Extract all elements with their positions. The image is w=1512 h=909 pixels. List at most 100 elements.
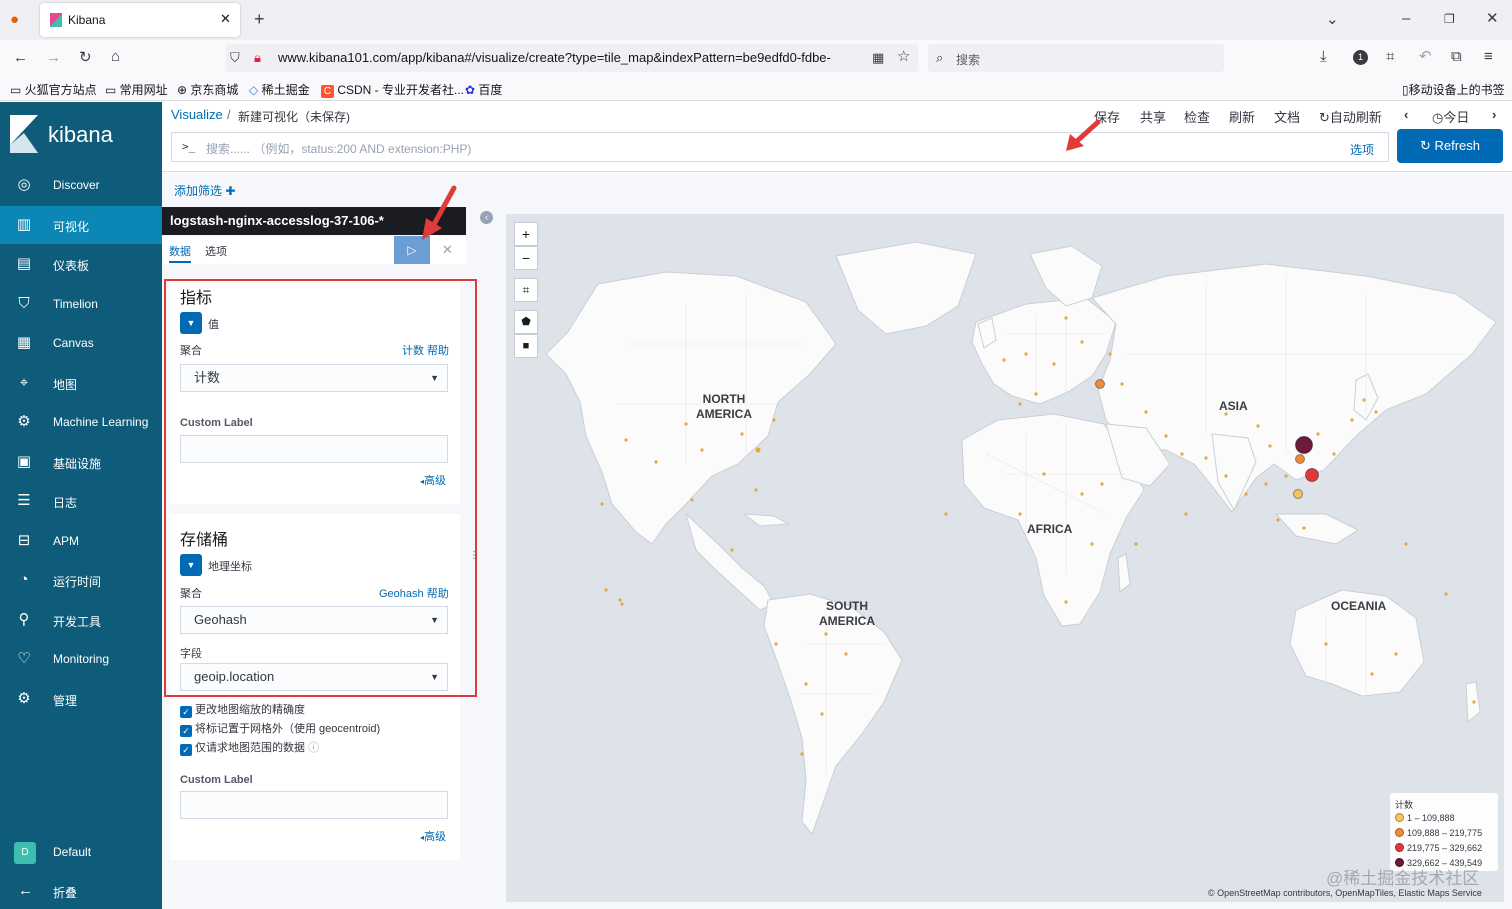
tab-options[interactable]: 选项 — [205, 243, 227, 259]
bookmark-item[interactable]: ✿ 百度 — [465, 81, 502, 98]
firefox-icon[interactable]: ● — [10, 12, 19, 28]
hamburger-menu-icon[interactable]: ≡ — [1484, 49, 1493, 65]
sidebar-item-label: Monitoring — [53, 652, 110, 666]
time-picker[interactable]: ◷今日 — [1432, 107, 1469, 126]
tab-title: Kibana — [68, 13, 106, 27]
browser-tab-kibana[interactable]: Kibana ✕ — [40, 3, 240, 37]
space-avatar[interactable]: D — [14, 842, 36, 864]
maximize-icon[interactable]: ❐ — [1444, 11, 1455, 27]
sidebar-item-timelion[interactable]: ⛉ Timelion — [0, 285, 162, 323]
sidebar-item-可视化[interactable]: ▥ 可视化 — [0, 205, 162, 244]
sidebar-item-discover[interactable]: ◎ Discover — [0, 166, 162, 204]
heartbeat-icon: ♡ — [17, 650, 31, 667]
minimize-icon[interactable]: – — [1402, 11, 1410, 27]
tab-list-chevron-icon[interactable]: ⌄ — [1326, 12, 1339, 28]
query-input[interactable]: 搜索...... （例如，status:200 AND extension:PH… — [206, 140, 471, 157]
shield-icon[interactable]: ⛉ — [230, 50, 240, 66]
kibana-logo-text[interactable]: kibana — [48, 122, 113, 148]
bookmark-item[interactable]: C CSDN - 专业开发者社... — [321, 81, 464, 98]
url-text[interactable]: www.kibana101.com/app/kibana#/visualize/… — [278, 50, 856, 65]
url-bar[interactable]: ⛉ 🔒︎ www.kibana101.com/app/kibana#/visua… — [226, 44, 918, 72]
bookmark-item[interactable]: ▭ 常用网址 — [105, 81, 168, 98]
undo-icon[interactable]: ↶ — [1419, 49, 1432, 65]
sidebar-item-开发工具[interactable]: ⚲ 开发工具 — [0, 601, 162, 639]
checkmark-icon: ✓ — [180, 706, 192, 718]
forward-icon[interactable]: → — [46, 50, 61, 66]
query-bar[interactable]: >_ 搜索...... （例如，status:200 AND extension… — [171, 132, 1389, 162]
bucket-advanced-toggle[interactable]: ◂高级 — [420, 828, 446, 844]
bookmark-item[interactable]: ⊕ 京东商城 — [177, 81, 238, 98]
extension-badge-icon[interactable]: 1 — [1353, 50, 1368, 65]
browser-search-bar[interactable]: ⌕ 搜索 — [928, 44, 1224, 72]
checkbox-precise-zoom[interactable]: ✓ 更改地图缩放的精确度 — [180, 701, 305, 718]
menu-refresh[interactable]: 刷新 — [1229, 107, 1255, 126]
home-icon[interactable]: ⌂ — [111, 49, 120, 65]
bookmark-item[interactable]: ▭ 火狐官方站点 — [10, 81, 97, 98]
collapse-arrow-icon[interactable]: ← — [18, 882, 33, 899]
sidebar-item-label: 基础设施 — [53, 456, 102, 471]
label-africa: AFRICA — [1027, 522, 1073, 536]
zoom-out-button[interactable]: − — [514, 246, 538, 270]
sidebar-item-monitoring[interactable]: ♡ Monitoring — [0, 640, 162, 678]
help-icon[interactable]: ⓘ — [308, 742, 319, 754]
add-filter-link[interactable]: 添加筛选 ✚ — [174, 182, 235, 199]
draw-rectangle-icon[interactable]: ■ — [514, 334, 538, 358]
folder-icon: ▭ — [105, 83, 120, 97]
sidebar-item-基础设施[interactable]: ▣ 基础设施 — [0, 443, 162, 481]
sidebar-item-日志[interactable]: ☰ 日志 — [0, 482, 162, 520]
search-placeholder: 搜索 — [956, 53, 981, 67]
bucket-custom-label-input[interactable] — [180, 791, 448, 819]
qr-code-icon[interactable]: ▦ — [872, 50, 884, 66]
infra-icon: ▣ — [16, 452, 32, 470]
discard-changes-icon[interactable]: ✕ — [442, 242, 453, 258]
menu-inspect[interactable]: 检查 — [1184, 107, 1210, 126]
sidebar-item-label: 开发工具 — [53, 614, 102, 629]
zoom-in-button[interactable]: + — [514, 222, 538, 246]
close-window-icon[interactable]: ✕ — [1486, 11, 1499, 27]
breadcrumb-root[interactable]: Visualize — [171, 107, 223, 122]
bookmark-item[interactable]: ◇ 稀土掘金 — [249, 81, 310, 98]
checkbox-map-bounds[interactable]: ✓ 仅请求地图范围的数据 ⓘ — [180, 739, 319, 756]
ml-icon: ⚙ — [17, 413, 31, 430]
download-icon[interactable]: ⤓ — [1320, 49, 1327, 65]
menu-docs[interactable]: 文档 — [1274, 107, 1300, 126]
tab-data[interactable]: 数据 — [169, 243, 191, 263]
new-tab-icon[interactable]: + — [254, 10, 265, 28]
extensions-icon[interactable]: ⧉ — [1451, 49, 1462, 65]
options-link[interactable]: 选项 — [1350, 141, 1374, 158]
draw-polygon-icon[interactable]: ⬟ — [514, 310, 538, 334]
auto-refresh-button[interactable]: ↻自动刷新 — [1319, 107, 1382, 126]
tab-close-icon[interactable]: ✕ — [220, 11, 231, 27]
annotation-arrow-save — [1066, 119, 1101, 151]
kibana-logo-icon[interactable] — [10, 115, 38, 153]
checkbox-geocentroid[interactable]: ✓ 将标记置于网格外（使用 geocentroid) — [180, 720, 380, 737]
map-attribution[interactable]: © OpenStreetMap contributors, OpenMapTil… — [1208, 888, 1482, 898]
sidebar-item-地图[interactable]: ⌖ 地图 — [0, 364, 162, 402]
legend-item: 109,888 – 219,775 — [1395, 828, 1482, 838]
space-name[interactable]: Default — [53, 845, 91, 859]
sidebar-item-canvas[interactable]: ▦ Canvas — [0, 324, 162, 362]
fit-bounds-icon[interactable]: ⌗ — [514, 278, 538, 302]
annotation-arrow-apply — [422, 185, 457, 240]
query-prompt: >_ — [182, 140, 196, 153]
sidebar-item-管理[interactable]: ⚙ 管理 — [0, 680, 162, 718]
sidebar-item-label: 仪表板 — [53, 259, 90, 273]
menu-share[interactable]: 共享 — [1140, 107, 1166, 126]
refresh-button[interactable]: ↻ Refresh — [1397, 129, 1503, 163]
insecure-lock-icon[interactable]: 🔒︎ — [254, 50, 261, 66]
label-oceania: OCEANIA — [1331, 599, 1387, 613]
sidebar-item-运行时间[interactable]: ◔ 运行时间 — [0, 561, 162, 599]
collapse-editor-icon[interactable]: ‹ — [480, 211, 493, 224]
time-next-icon[interactable]: › — [1492, 107, 1496, 122]
time-prev-icon[interactable]: ‹ — [1404, 107, 1408, 122]
collapse-nav[interactable]: 折叠 — [53, 884, 77, 901]
tile-map[interactable]: NORTH AMERICA ASIA AFRICA SOUTH AMERICA OC… — [506, 214, 1504, 902]
reload-icon[interactable]: ↻ — [79, 50, 92, 66]
sidebar-item-machine-learning[interactable]: ⚙ Machine Learning — [0, 403, 162, 441]
crop-icon[interactable]: ⌗ — [1386, 49, 1394, 65]
back-icon[interactable]: ← — [13, 50, 28, 66]
sidebar-item-apm[interactable]: ⊟ APM — [0, 522, 162, 560]
mobile-bookmarks[interactable]: ▯移动设备上的书签 — [1402, 81, 1505, 98]
bookmark-star-icon[interactable]: ☆ — [897, 49, 910, 65]
sidebar-item-仪表板[interactable]: ▤ 仪表板 — [0, 245, 162, 283]
